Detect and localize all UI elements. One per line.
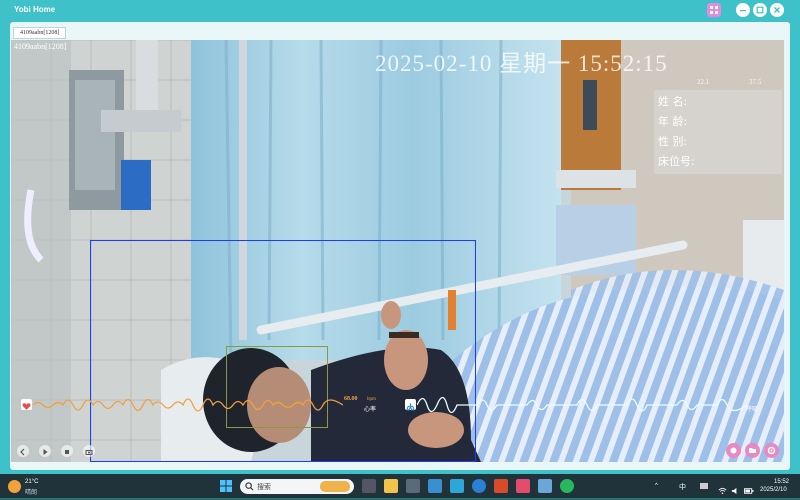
app-window: Yobi Home 4109aabn[1208] 4109aabn[1208] … [0,0,800,474]
gear-icon [767,446,776,455]
video-timestamp: 2025-02-10 星期一 15:52:15 [375,51,668,76]
clock-date[interactable]: 2025/2/10 [760,487,787,493]
patient-info-panel: 姓 名: 年 龄: 性 别: 床位号: [654,90,782,174]
app-icon-4[interactable] [538,479,552,493]
app-title: Yobi Home [14,5,56,14]
volume-icon[interactable] [731,482,740,495]
patient-bed-label: 床位号: [658,155,695,168]
ime-indicator[interactable]: 中 [679,482,686,492]
patient-age-label: 年 龄: [658,115,688,128]
wifi-icon[interactable] [718,482,727,495]
prev-button[interactable] [17,445,29,457]
respiration-waveform [417,396,747,414]
stop-button[interactable] [61,445,73,457]
minimize-icon [740,10,746,12]
camera-icon [85,450,93,455]
search-icon [245,482,254,491]
respiration-label: 呼吸 [746,406,759,413]
heart-rate-label: 心率 [364,406,377,413]
folder-icon [749,448,756,453]
app-icon-2[interactable] [450,479,464,493]
titlebar[interactable]: Yobi Home [0,0,800,22]
search-placeholder: 搜索 [257,483,271,491]
lungs-icon [405,399,416,411]
close-icon [774,7,780,13]
wps-icon[interactable] [494,479,508,493]
battery-icon[interactable] [744,482,754,494]
wechat-icon[interactable] [560,479,574,493]
sensor-reading-1: 22.1 [697,78,710,86]
app-icon-1[interactable] [428,479,442,493]
task-view-icon[interactable] [362,479,376,493]
play-button[interactable] [39,445,51,457]
record-icon [730,447,737,454]
minimize-button[interactable] [736,3,750,17]
taskbar: 21°C 晴朗 搜索 ^ 中 15:52 2025/2/10 [0,474,800,498]
heart-rate-unit: bpm [367,397,376,402]
sensor-reading-2: 37.5 [749,78,762,86]
settings-button[interactable] [764,443,779,458]
camera-label: 4109aabn[1208] [14,42,67,51]
start-button[interactable] [219,479,233,493]
taskbar-search[interactable]: 搜索 [240,479,354,494]
search-highlight-icon [320,481,350,492]
store-icon[interactable] [406,479,420,493]
clock-time[interactable]: 15:52 [774,479,789,485]
close-button[interactable] [770,3,784,17]
file-explorer-icon[interactable] [384,479,398,493]
patient-name-label: 姓 名: [658,95,688,108]
weather-icon [8,480,21,493]
windows-icon [220,480,232,492]
heart-rate-value: 68.00 [344,396,358,402]
edge-icon[interactable] [472,479,486,493]
maximize-icon [756,6,764,14]
tray-app-icon[interactable] [700,483,708,489]
chevron-left-icon [20,448,25,456]
stop-icon [65,450,69,454]
maximize-button[interactable] [753,3,767,17]
record-button[interactable] [726,443,741,458]
heart-rate-waveform [33,398,343,412]
heart-icon [21,399,32,410]
folder-button[interactable] [745,443,760,458]
snapshot-button[interactable] [83,445,95,457]
weather-desc: 晴朗 [25,490,38,496]
tray-chevron-icon[interactable]: ^ [655,483,658,489]
grid-view-button[interactable] [707,3,721,17]
app-icon-3[interactable] [516,479,530,493]
video-feed[interactable]: 4109aabn[1208] 2025-02-10 星期一 15:52:15 2… [11,40,784,462]
play-icon [43,449,48,455]
tab-camera[interactable]: 4109aabn[1208] [13,27,67,39]
patient-gender-label: 性 别: [658,135,688,148]
grid-icon [710,6,718,14]
weather-temp: 21°C [25,479,39,485]
